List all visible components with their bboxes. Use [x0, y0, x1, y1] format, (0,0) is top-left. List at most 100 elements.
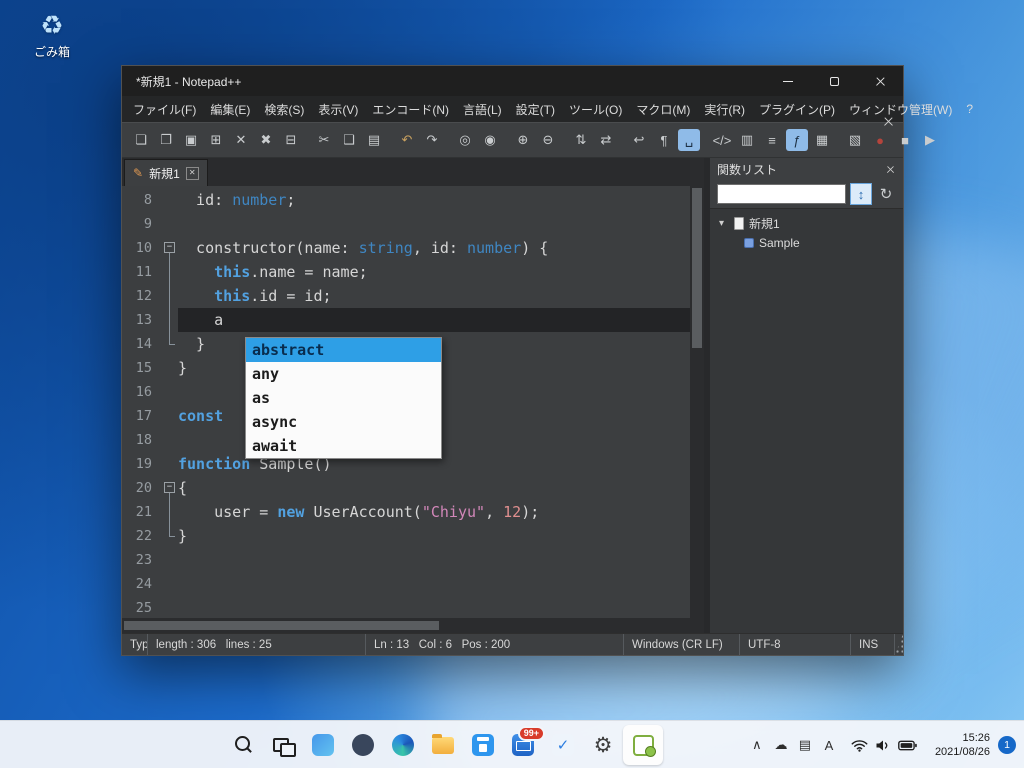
- function-list-button[interactable]: ƒ: [786, 129, 808, 151]
- paste-button[interactable]: ▤: [363, 129, 385, 151]
- recycle-bin[interactable]: ♻ ごみ箱: [26, 10, 78, 60]
- close-button[interactable]: [857, 66, 903, 96]
- function-list-close-icon[interactable]: [886, 165, 895, 174]
- undo-button[interactable]: ↶: [396, 129, 418, 151]
- menu-settings[interactable]: 設定(T): [509, 97, 562, 122]
- tab-close-icon[interactable]: ✕: [185, 166, 199, 180]
- menu-language[interactable]: 言語(L): [456, 97, 509, 122]
- macro-stop-button[interactable]: ■: [894, 129, 916, 151]
- new-file-button[interactable]: ❏: [130, 129, 152, 151]
- dock-close-button[interactable]: [883, 114, 894, 132]
- editor-line: 20 −{: [122, 476, 690, 500]
- menu-tools[interactable]: ツール(O): [562, 97, 629, 122]
- menu-search[interactable]: 検索(S): [257, 97, 311, 122]
- horizontal-scrollbar[interactable]: [122, 618, 690, 633]
- sort-button[interactable]: ↕: [850, 183, 872, 205]
- zoom-out-button[interactable]: ⊖: [537, 129, 559, 151]
- edge-taskbar-button[interactable]: [383, 725, 423, 765]
- autocomplete-item[interactable]: async: [246, 410, 441, 434]
- print-button[interactable]: ⊟: [280, 129, 302, 151]
- copy-button[interactable]: ❑: [338, 129, 360, 151]
- teams-taskbar-button[interactable]: [343, 725, 383, 765]
- save-file-button[interactable]: ▣: [180, 129, 202, 151]
- menu-edit[interactable]: 編集(E): [203, 97, 257, 122]
- store-taskbar-button[interactable]: [463, 725, 503, 765]
- menu-run[interactable]: 実行(R): [697, 97, 752, 122]
- cut-button[interactable]: ✂: [313, 129, 335, 151]
- start-icon: [191, 733, 215, 757]
- define-language-button[interactable]: </>: [711, 129, 733, 151]
- horizontal-scrollbar-thumb[interactable]: [124, 621, 439, 630]
- fold-margin[interactable]: −: [162, 476, 178, 500]
- touch-keyboard-icon[interactable]: ▤: [793, 737, 817, 753]
- notification-count-badge[interactable]: 1: [998, 736, 1016, 754]
- autocomplete-item[interactable]: await: [246, 434, 441, 458]
- zoom-in-button[interactable]: ⊕: [512, 129, 534, 151]
- close-all-button[interactable]: ✖: [255, 129, 277, 151]
- vertical-scrollbar-thumb[interactable]: [692, 188, 702, 348]
- start-taskbar-button[interactable]: [183, 725, 223, 765]
- todo-taskbar-button[interactable]: ✓: [543, 725, 583, 765]
- document-list-button[interactable]: ≡: [761, 129, 783, 151]
- minimize-button[interactable]: [765, 66, 811, 96]
- sync-horizontal-scroll-button[interactable]: ⇄: [595, 129, 617, 151]
- document-tab[interactable]: ✎ 新規1 ✕: [124, 159, 208, 186]
- tree-item[interactable]: Sample: [710, 233, 903, 252]
- status-eol-format[interactable]: Windows (CR LF): [624, 634, 740, 655]
- expand-arrow-icon[interactable]: ▾: [719, 218, 729, 229]
- tree-item[interactable]: ▾ 新規1: [710, 214, 903, 233]
- function-list-search-input[interactable]: [717, 184, 846, 204]
- text-editor[interactable]: 8 id: number; 9 10 − constructor(name: stri…: [122, 186, 690, 618]
- explorer-taskbar-button[interactable]: [423, 725, 463, 765]
- menu-macro[interactable]: マクロ(M): [629, 97, 697, 122]
- onedrive-icon[interactable]: ☁: [769, 737, 793, 753]
- task-view-taskbar-button[interactable]: [263, 725, 303, 765]
- sync-vertical-scroll-button[interactable]: ⇅: [570, 129, 592, 151]
- replace-button[interactable]: ◉: [479, 129, 501, 151]
- refresh-icon[interactable]: ↻: [876, 185, 896, 203]
- macro-record-button[interactable]: ●: [869, 129, 891, 151]
- document-map-button[interactable]: ▥: [736, 129, 758, 151]
- dock-close-icon: [883, 116, 894, 127]
- titlebar[interactable]: *新規1 - Notepad++: [122, 66, 903, 96]
- autocomplete-item[interactable]: as: [246, 386, 441, 410]
- menu-plugins[interactable]: プラグイン(P): [752, 97, 842, 122]
- status-insert-mode[interactable]: INS: [851, 634, 895, 655]
- notepadpp-taskbar-button[interactable]: [623, 725, 663, 765]
- settings-taskbar-button[interactable]: ⚙: [583, 725, 623, 765]
- fold-collapse-icon[interactable]: −: [164, 482, 175, 493]
- folder-as-workspace-button[interactable]: ▦: [811, 129, 833, 151]
- show-whitespace-button[interactable]: ␣: [678, 129, 700, 151]
- menu-view[interactable]: 表示(V): [311, 97, 365, 122]
- status-encoding[interactable]: UTF-8: [740, 634, 851, 655]
- ime-mode-icon[interactable]: A: [817, 738, 841, 753]
- fold-collapse-icon[interactable]: −: [164, 242, 175, 253]
- word-wrap-button[interactable]: ↩: [628, 129, 650, 151]
- save-all-button[interactable]: ⊞: [205, 129, 227, 151]
- search-taskbar-button[interactable]: [223, 725, 263, 765]
- store-icon: [472, 734, 494, 756]
- find-button[interactable]: ◎: [454, 129, 476, 151]
- open-file-button[interactable]: ❐: [155, 129, 177, 151]
- notepadpp-window: *新規1 - Notepad++ ファイル(F) 編集(E) 検索(S) 表示(V) エ…: [121, 65, 973, 656]
- autocomplete-item[interactable]: abstract: [246, 338, 441, 362]
- mail-taskbar-button[interactable]: 99+: [503, 725, 545, 765]
- menu-encoding[interactable]: エンコード(N): [365, 97, 456, 122]
- autocomplete-item[interactable]: any: [246, 362, 441, 386]
- clock[interactable]: 15:26 2021/08/26: [927, 731, 998, 760]
- menu-file[interactable]: ファイル(F): [126, 97, 203, 122]
- hidden-icons-icon[interactable]: ∧: [745, 737, 769, 753]
- quick-settings[interactable]: [841, 727, 927, 763]
- close-file-button[interactable]: ✕: [230, 129, 252, 151]
- menu-help[interactable]: ?: [959, 98, 980, 120]
- maximize-button[interactable]: [811, 66, 857, 96]
- widgets-taskbar-button[interactable]: [303, 725, 343, 765]
- fold-margin[interactable]: −: [162, 236, 178, 260]
- redo-button[interactable]: ↷: [421, 129, 443, 151]
- file-monitoring-button[interactable]: ▧: [844, 129, 866, 151]
- vertical-scrollbar[interactable]: [690, 158, 704, 633]
- show-all-characters-button[interactable]: ¶: [653, 129, 675, 151]
- menu-window[interactable]: ウィンドウ管理(W): [842, 97, 959, 122]
- macro-play-button[interactable]: ▶: [919, 129, 941, 151]
- resize-grip[interactable]: [895, 634, 903, 655]
